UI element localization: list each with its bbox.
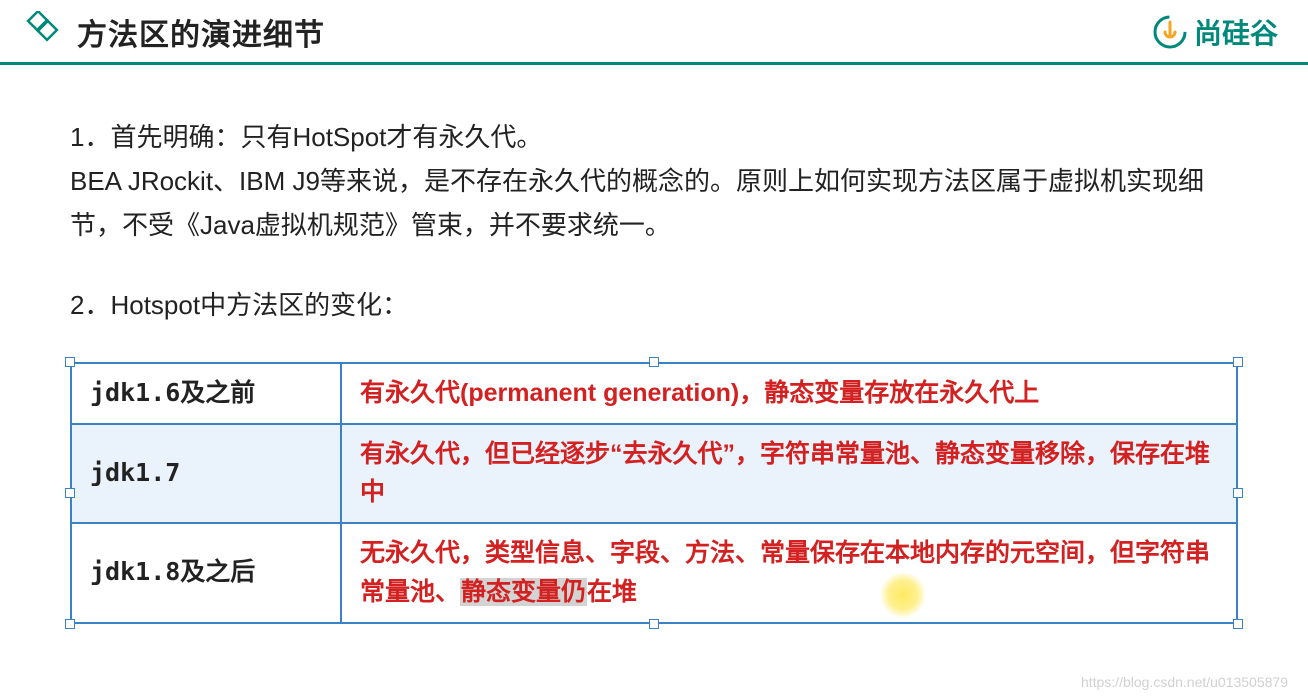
cell-desc: 无永久代，类型信息、字段、方法、常量保存在本地内存的元空间，但字符串常量池、静态…: [341, 523, 1237, 623]
selection-handle[interactable]: [65, 357, 75, 367]
brand-logo: 尚硅谷: [1152, 12, 1278, 52]
selection-handle[interactable]: [1233, 488, 1243, 498]
selection-handle[interactable]: [1233, 357, 1243, 367]
selection-handle[interactable]: [1233, 619, 1243, 629]
desc-suffix: 在堆: [587, 578, 637, 606]
text-selection: 静态变量仍: [460, 578, 587, 606]
paragraph-1: 1．首先明确：只有HotSpot才有永久代。 BEA JRockit、IBM J…: [70, 115, 1238, 248]
logo-text: 尚硅谷: [1194, 12, 1278, 52]
logo-icon: [1152, 14, 1188, 50]
watermark: https://blog.csdn.net/u013505879: [1081, 674, 1288, 690]
selection-handle[interactable]: [65, 488, 75, 498]
table-row: jdk1.7 有永久代，但已经逐步“去永久代”，字符串常量池、静态变量移除，保存…: [71, 424, 1237, 524]
header-left: 方法区的演进细节: [20, 10, 325, 54]
slide-header: 方法区的演进细节 尚硅谷: [0, 0, 1308, 65]
selection-handle[interactable]: [649, 619, 659, 629]
cell-desc: 有永久代(permanent generation)，静态变量存放在永久代上: [341, 363, 1237, 424]
para1-line2: BEA JRockit、IBM J9等来说，是不存在永久代的概念的。原则上如何实…: [70, 166, 1204, 240]
cell-desc: 有永久代，但已经逐步“去永久代”，字符串常量池、静态变量移除，保存在堆中: [341, 424, 1237, 524]
diamond-icon: [20, 11, 62, 53]
para1-line1: 1．首先明确：只有HotSpot才有永久代。: [70, 122, 542, 152]
cell-version: jdk1.6及之前: [71, 363, 341, 424]
slide-title: 方法区的演进细节: [77, 10, 325, 54]
version-table-wrap: jdk1.6及之前 有永久代(permanent generation)，静态变…: [70, 362, 1238, 624]
cell-version: jdk1.7: [71, 424, 341, 524]
table-row: jdk1.8及之后 无永久代，类型信息、字段、方法、常量保存在本地内存的元空间，…: [71, 523, 1237, 623]
slide-body: 1．首先明确：只有HotSpot才有永久代。 BEA JRockit、IBM J…: [0, 65, 1308, 644]
version-table[interactable]: jdk1.6及之前 有永久代(permanent generation)，静态变…: [70, 362, 1238, 624]
table-row: jdk1.6及之前 有永久代(permanent generation)，静态变…: [71, 363, 1237, 424]
selection-handle[interactable]: [649, 357, 659, 367]
selection-handle[interactable]: [65, 619, 75, 629]
cell-version: jdk1.8及之后: [71, 523, 341, 623]
paragraph-2: 2．Hotspot中方法区的变化：: [70, 283, 1238, 327]
